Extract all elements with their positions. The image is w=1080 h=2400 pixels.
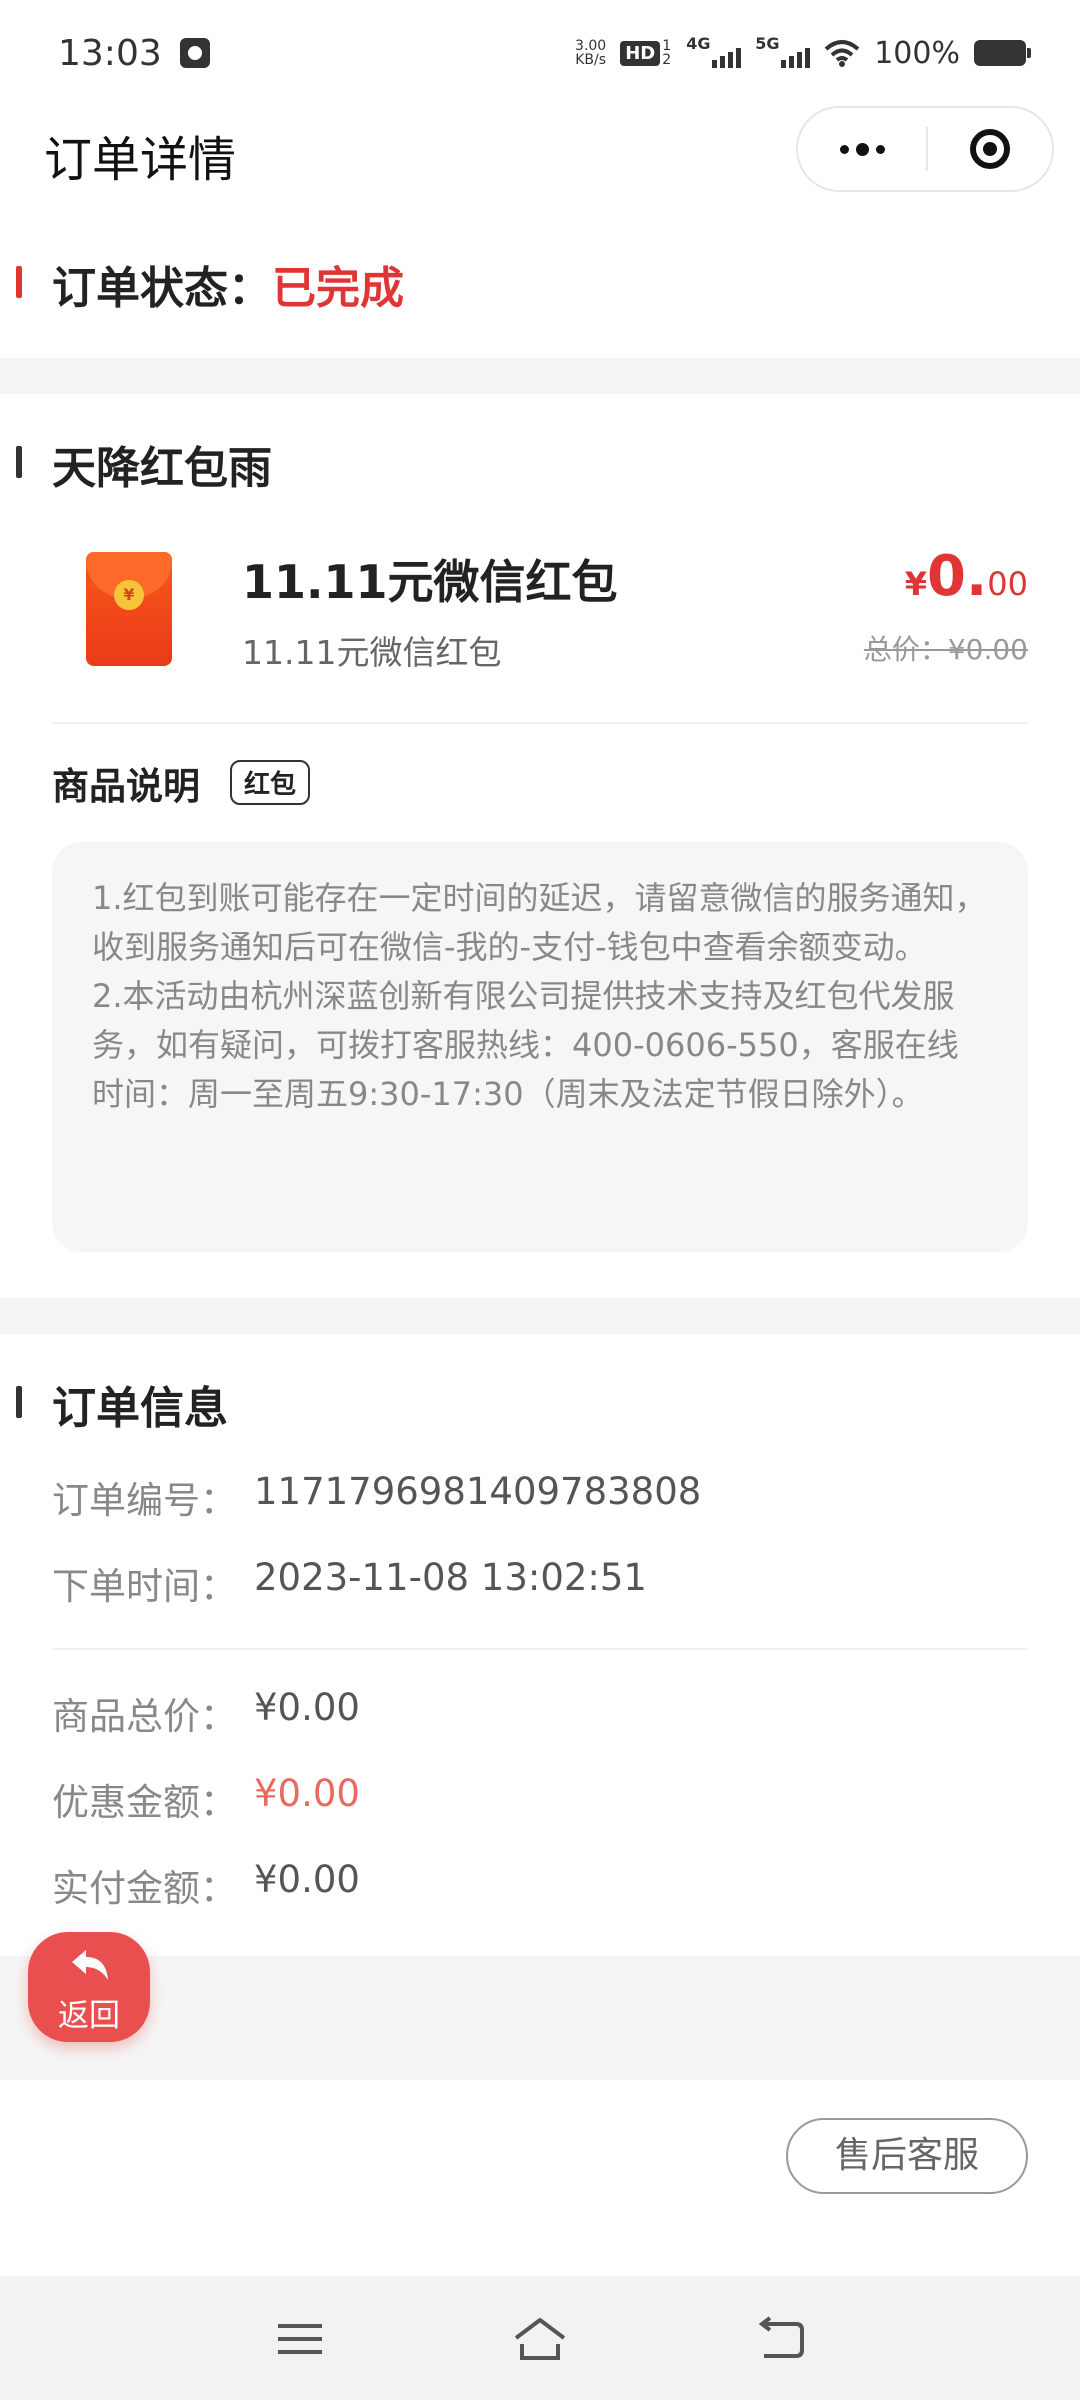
- hd-icon: HD: [620, 40, 661, 66]
- order-status-label: 订单状态：: [52, 263, 272, 314]
- goods-total-row: 商品总价： ¥0.00: [52, 1686, 360, 1740]
- system-nav-bar: [0, 2276, 1080, 2400]
- back-button[interactable]: 返回: [28, 1932, 150, 2042]
- nav-back-icon[interactable]: [756, 2314, 806, 2364]
- discount-row: 优惠金额： ¥0.00: [52, 1772, 360, 1826]
- description-paragraph-2: 2.本活动由杭州深蓝创新有限公司提供技术支持及红包代发服务，如有疑问，可拨打客服…: [92, 977, 959, 1113]
- order-number-row: 订单编号： 1171796981409783808: [52, 1470, 701, 1524]
- paid-value: ¥0.00: [254, 1858, 360, 1901]
- divider: [52, 722, 1028, 724]
- goods-total-value: ¥0.00: [254, 1686, 360, 1729]
- product-price: ¥0.00: [905, 544, 1028, 609]
- order-number-value: 1171796981409783808: [254, 1470, 702, 1513]
- battery-percent: 100%: [874, 35, 960, 71]
- signal-5g-icon: 5G: [755, 34, 811, 68]
- product-subtitle: 11.11元微信红包: [242, 633, 502, 672]
- goods-total-label: 商品总价：: [52, 1695, 237, 1738]
- order-number-label: 订单编号：: [52, 1479, 237, 1522]
- more-dots-icon[interactable]: [798, 142, 926, 156]
- description-paragraph-1: 1.红包到账可能存在一定时间的延迟，请留意微信的服务通知，收到服务通知后可在微信…: [92, 879, 987, 966]
- discount-label: 优惠金额：: [52, 1781, 237, 1824]
- signal-5g-label: 5G: [755, 34, 780, 53]
- section-divider: [0, 358, 1080, 394]
- page-title: 订单详情: [44, 132, 237, 188]
- red-packet-icon: ¥: [86, 552, 172, 666]
- section-marker: [16, 1386, 22, 1418]
- battery-icon: [974, 40, 1031, 66]
- miniprogram-capsule: [796, 106, 1054, 192]
- after-sale-service-button[interactable]: 售后客服: [786, 2118, 1028, 2194]
- section-divider: [0, 1298, 1080, 1334]
- order-time-label: 下单时间：: [52, 1565, 237, 1608]
- wifi-icon: [824, 40, 860, 67]
- status-right: 3.00 KB/s HD 1 2 4G 5G 100%: [575, 34, 1031, 71]
- section-marker: [16, 446, 22, 478]
- description-title: 商品说明: [52, 765, 200, 808]
- notification-icon: [179, 38, 210, 68]
- divider: [52, 1648, 1028, 1650]
- coin-icon: ¥: [114, 580, 144, 610]
- status-time: 13:03: [58, 32, 162, 74]
- order-status: 订单状态：已完成: [52, 252, 404, 316]
- product-total-price: 总价：¥0.00: [863, 633, 1028, 666]
- price-integer: 0.: [927, 544, 988, 609]
- title-bar: 订单详情: [0, 106, 1080, 194]
- back-button-label: 返回: [58, 1998, 120, 2034]
- signal-4g-icon: 4G: [686, 34, 742, 68]
- order-status-value: 已完成: [272, 263, 404, 314]
- hd-indicator: HD 1 2: [620, 39, 672, 67]
- description-tag: 红包: [230, 760, 311, 805]
- network-speed-unit: KB/s: [575, 52, 607, 68]
- order-time-value: 2023-11-08 13:02:51: [254, 1556, 647, 1599]
- section-divider: [0, 1956, 1080, 2080]
- price-currency: ¥: [904, 565, 928, 603]
- signal-4g-label: 4G: [686, 34, 711, 53]
- back-arrow-icon: [72, 1950, 108, 1980]
- hd-sub: 1 2: [662, 38, 672, 68]
- order-time-row: 下单时间： 2023-11-08 13:02:51: [52, 1556, 647, 1610]
- status-bar: 13:03 3.00 KB/s HD 1 2 4G 5G 100%: [0, 0, 1080, 106]
- paid-row: 实付金额： ¥0.00: [52, 1858, 360, 1912]
- paid-label: 实付金额：: [52, 1867, 237, 1910]
- menu-icon[interactable]: [275, 2314, 325, 2364]
- discount-value: ¥0.00: [254, 1772, 360, 1815]
- status-left: 13:03: [58, 33, 210, 74]
- close-miniprogram-icon[interactable]: [928, 129, 1052, 169]
- price-decimal: 00: [987, 565, 1028, 603]
- description-box: 1.红包到账可能存在一定时间的延迟，请留意微信的服务通知，收到服务通知后可在微信…: [52, 842, 1028, 1252]
- order-info-title: 订单信息: [52, 1383, 228, 1434]
- product-section-title: 天降红包雨: [52, 443, 272, 494]
- product-name: 11.11元微信红包: [242, 555, 618, 609]
- network-speed: 3.00 KB/s: [575, 39, 606, 67]
- home-icon[interactable]: [512, 2314, 568, 2364]
- section-marker: [16, 266, 22, 298]
